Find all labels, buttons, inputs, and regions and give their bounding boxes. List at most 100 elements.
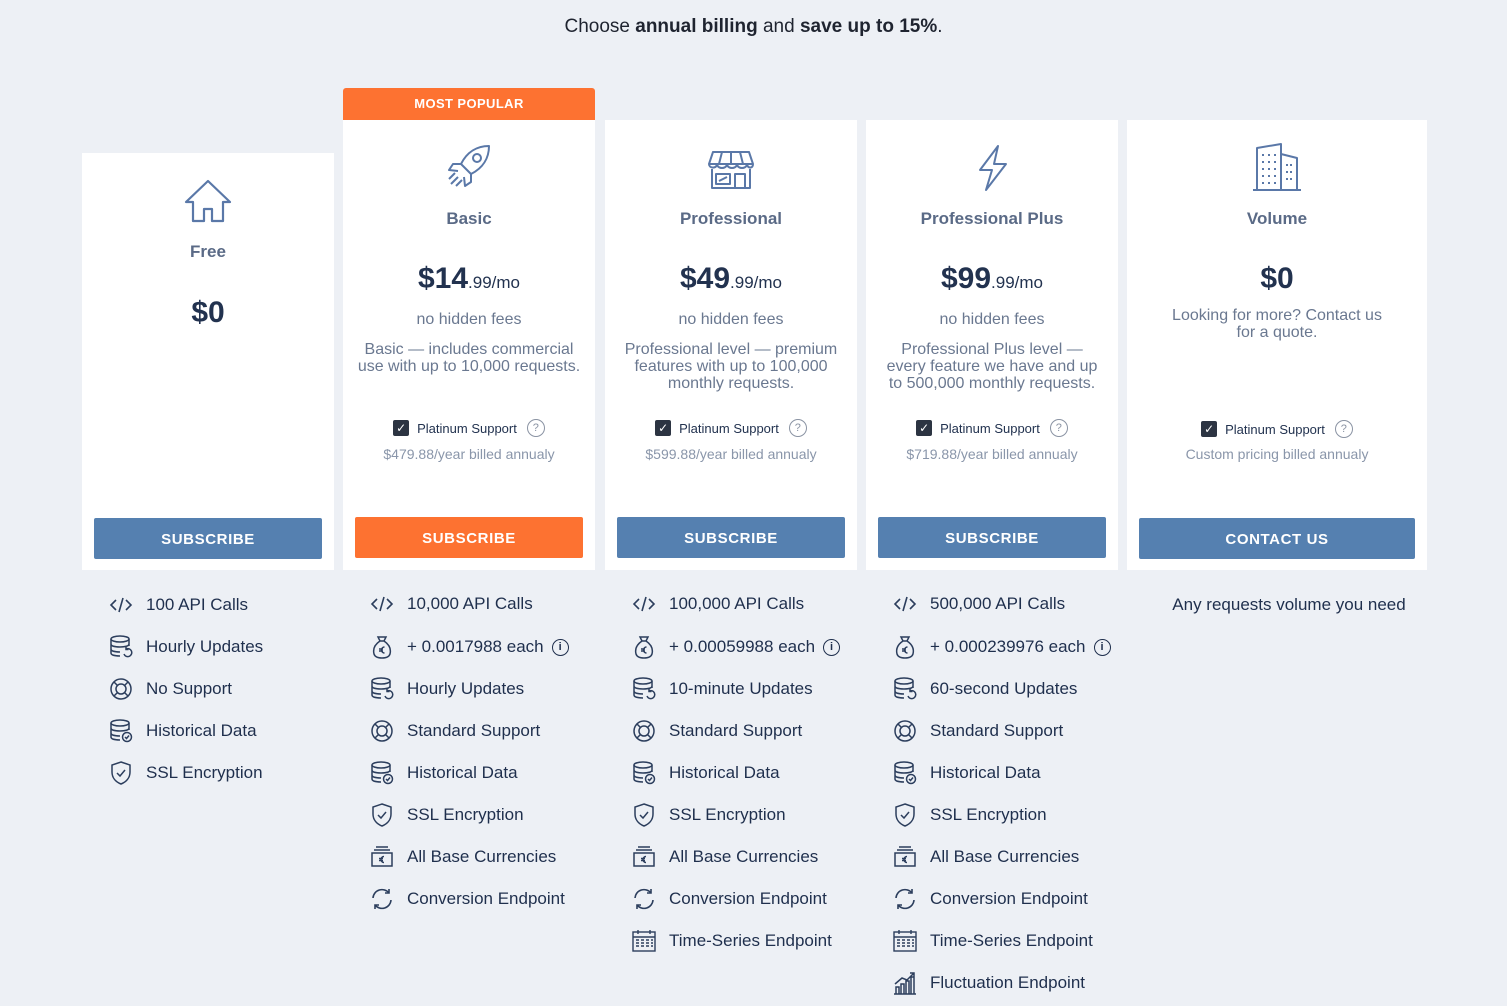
plan-description: Professional Plus level — every feature … bbox=[886, 341, 1098, 392]
feature-item: All Base Currencies bbox=[892, 842, 1079, 872]
feature-item: Time-Series Endpoint bbox=[631, 926, 832, 956]
platinum-support-option: ✓ Platinum Support ? bbox=[1127, 420, 1427, 438]
lifebuoy-icon bbox=[108, 676, 134, 702]
feature-item: SSL Encryption bbox=[631, 800, 786, 830]
plan-card-professional-plus: Professional Plus $99.99/mo no hidden fe… bbox=[866, 120, 1118, 570]
info-icon[interactable]: i bbox=[823, 638, 841, 656]
refresh-icon bbox=[892, 886, 918, 912]
building-icon bbox=[1251, 142, 1303, 194]
feature-item: Hourly Updates bbox=[108, 632, 263, 662]
refresh-icon bbox=[369, 886, 395, 912]
plan-name: Basic bbox=[446, 209, 492, 228]
info-icon[interactable]: i bbox=[1093, 638, 1111, 656]
help-icon[interactable]: ? bbox=[1334, 420, 1353, 438]
code-icon bbox=[631, 591, 657, 617]
money-bag-euro-icon bbox=[369, 634, 395, 660]
feature-item: + 0.0017988 each i bbox=[369, 632, 569, 662]
billing-tagline: Choose annual billing and save up to 15%… bbox=[564, 16, 943, 37]
plan-name: Free bbox=[190, 242, 226, 261]
database-check-icon bbox=[631, 760, 657, 786]
database-refresh-icon bbox=[892, 676, 918, 702]
contact-us-button[interactable]: CONTACT US bbox=[1139, 518, 1415, 559]
plan-description: Basic — includes commercial use with up … bbox=[357, 341, 581, 375]
plan-price: $99.99/mo bbox=[940, 262, 1044, 295]
shield-check-icon bbox=[631, 802, 657, 828]
volume-feature: Any requests volume you need bbox=[1172, 595, 1406, 614]
database-check-icon bbox=[108, 718, 134, 744]
billed-annually: Custom pricing billed annualy bbox=[1185, 446, 1369, 462]
feature-item: 10,000 API Calls bbox=[369, 589, 533, 619]
help-icon[interactable]: ? bbox=[788, 419, 807, 437]
rocket-icon bbox=[443, 140, 495, 192]
feature-item: 100 API Calls bbox=[108, 590, 248, 620]
checkbox[interactable]: ✓ bbox=[393, 420, 410, 436]
feature-item: Standard Support bbox=[892, 716, 1063, 746]
checkbox[interactable]: ✓ bbox=[916, 420, 933, 436]
database-check-icon bbox=[369, 760, 395, 786]
feature-item: SSL Encryption bbox=[108, 758, 263, 788]
plan-card-free: Free $0 SUBSCRIBE bbox=[82, 153, 334, 570]
database-refresh-icon bbox=[108, 634, 134, 660]
plan-price: $14.99/mo bbox=[417, 262, 521, 295]
platinum-support-option: ✓ Platinum Support ? bbox=[866, 419, 1118, 437]
code-icon bbox=[108, 592, 134, 618]
house-icon bbox=[182, 175, 234, 227]
info-icon[interactable]: i bbox=[551, 638, 569, 656]
feature-item: 100,000 API Calls bbox=[631, 589, 804, 619]
feature-item: 60-second Updates bbox=[892, 674, 1077, 704]
feature-item: + 0.00059988 each i bbox=[631, 632, 841, 662]
subscribe-button-free[interactable]: SUBSCRIBE bbox=[94, 518, 322, 559]
platinum-support-option: ✓ Platinum Support ? bbox=[343, 419, 595, 437]
plan-card-volume: Volume $0 Looking for more? Contact us f… bbox=[1127, 120, 1427, 570]
feature-item: No Support bbox=[108, 674, 232, 704]
feature-item: All Base Currencies bbox=[631, 842, 818, 872]
billed-annually: $719.88/year billed annualy bbox=[906, 446, 1078, 462]
currency-note-icon bbox=[369, 844, 395, 870]
currency-note-icon bbox=[892, 844, 918, 870]
database-refresh-icon bbox=[631, 676, 657, 702]
plan-description: Professional level — premium features wi… bbox=[624, 341, 838, 392]
database-check-icon bbox=[892, 760, 918, 786]
feature-item: Historical Data bbox=[108, 716, 257, 746]
lifebuoy-icon bbox=[892, 718, 918, 744]
feature-item: 500,000 API Calls bbox=[892, 589, 1065, 619]
subscribe-button-professional-plus[interactable]: SUBSCRIBE bbox=[878, 517, 1106, 558]
checkbox[interactable]: ✓ bbox=[1201, 421, 1218, 437]
code-icon bbox=[892, 591, 918, 617]
plan-name: Professional bbox=[679, 209, 783, 228]
feature-item: SSL Encryption bbox=[892, 800, 1047, 830]
feature-item: Conversion Endpoint bbox=[631, 884, 827, 914]
bar-chart-icon bbox=[892, 970, 918, 996]
checkbox[interactable]: ✓ bbox=[655, 420, 672, 436]
feature-item: Historical Data bbox=[631, 758, 780, 788]
lightning-icon bbox=[966, 142, 1018, 194]
lifebuoy-icon bbox=[369, 718, 395, 744]
feature-item: Hourly Updates bbox=[369, 674, 524, 704]
help-icon[interactable]: ? bbox=[1049, 419, 1068, 437]
feature-item: Conversion Endpoint bbox=[892, 884, 1088, 914]
plan-price: $0 bbox=[191, 296, 225, 329]
lifebuoy-icon bbox=[631, 718, 657, 744]
feature-item: SSL Encryption bbox=[369, 800, 524, 830]
subscribe-button-basic[interactable]: SUBSCRIBE bbox=[355, 517, 583, 558]
plan-name: Professional Plus bbox=[920, 209, 1064, 228]
feature-item: Conversion Endpoint bbox=[369, 884, 565, 914]
currency-note-icon bbox=[631, 844, 657, 870]
most-popular-badge: MOST POPULAR bbox=[343, 88, 595, 120]
shield-check-icon bbox=[369, 802, 395, 828]
platinum-support-option: ✓ Platinum Support ? bbox=[605, 419, 857, 437]
no-hidden-fees: no hidden fees bbox=[678, 311, 784, 328]
refresh-icon bbox=[631, 886, 657, 912]
feature-item: 10-minute Updates bbox=[631, 674, 813, 704]
plan-description: Looking for more? Contact us for a quote… bbox=[1172, 307, 1382, 341]
code-icon bbox=[369, 591, 395, 617]
feature-item: Historical Data bbox=[369, 758, 518, 788]
plan-price: $49.99/mo bbox=[679, 262, 783, 295]
feature-item: Standard Support bbox=[631, 716, 802, 746]
help-icon[interactable]: ? bbox=[526, 419, 545, 437]
billed-annually: $479.88/year billed annualy bbox=[383, 446, 555, 462]
plan-card-basic: Basic $14.99/mo no hidden fees Basic — i… bbox=[343, 120, 595, 570]
subscribe-button-professional[interactable]: SUBSCRIBE bbox=[617, 517, 845, 558]
feature-item: + 0.000239976 each i bbox=[892, 632, 1111, 662]
plan-name: Volume bbox=[1246, 209, 1308, 228]
